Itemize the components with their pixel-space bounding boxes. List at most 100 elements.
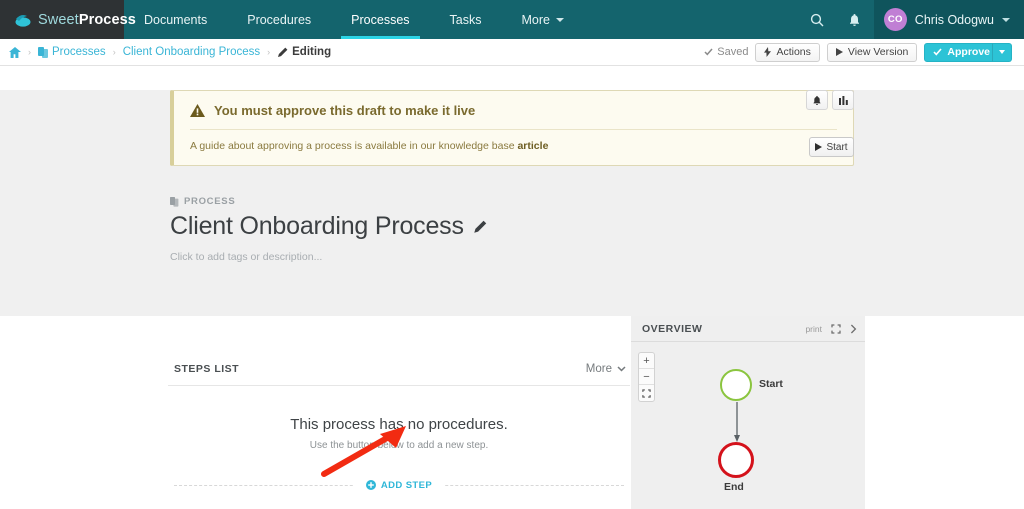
view-version-label: View Version (847, 46, 909, 58)
steps-more-label: More (585, 363, 612, 375)
warning-triangle-icon (190, 104, 205, 117)
top-navigation-bar: SweetProcess Documents Procedures Proces… (0, 0, 1024, 39)
nav-item-tasks[interactable]: Tasks (430, 0, 502, 39)
hero-actions: Start (806, 90, 854, 157)
chevron-right-icon[interactable] (850, 324, 857, 334)
user-menu[interactable]: CO Chris Odogwu (873, 0, 1024, 39)
steps-more-menu[interactable]: More (586, 363, 626, 375)
page-title: Client Onboarding Process (170, 212, 854, 241)
overview-print-button[interactable]: print (805, 324, 822, 334)
process-hero-section: You must approve this draft to make it l… (0, 90, 1024, 316)
nav-label: Processes (351, 12, 410, 27)
check-icon (933, 48, 943, 56)
breadcrumb: › Processes › Client Onboarding Process … (9, 46, 331, 58)
overview-panel: OVERVIEW print + − Start End (631, 316, 865, 509)
pencil-icon (278, 47, 288, 57)
bolt-icon (764, 47, 772, 57)
alert-body-link[interactable]: article (517, 140, 548, 152)
check-icon (704, 48, 713, 56)
chevron-down-icon (555, 17, 564, 22)
document-stack-icon (170, 196, 179, 207)
process-kicker: PROCESS (170, 196, 854, 207)
breadcrumb-home[interactable] (9, 46, 21, 58)
actions-label: Actions (776, 46, 811, 58)
hero-content: You must approve this draft to make it l… (170, 90, 854, 263)
logo-wordmark: SweetProcess (38, 12, 136, 28)
expand-icon[interactable] (831, 323, 841, 334)
chevron-down-icon (617, 366, 626, 372)
main-content: STEPS LIST More This process has no proc… (0, 316, 1024, 509)
sort-button[interactable] (832, 90, 854, 110)
add-step-label: ADD STEP (380, 479, 433, 491)
steps-list-header: STEPS LIST More (168, 363, 630, 386)
alert-title-row: You must approve this draft to make it l… (190, 103, 837, 130)
add-step-row: ADD STEP (168, 478, 630, 492)
notifications-button[interactable] (806, 90, 828, 110)
start-process-button[interactable]: Start (809, 137, 854, 157)
hero-icon-buttons (806, 90, 854, 110)
breadcrumb-actions: Saved Actions View Version Approve (704, 42, 1012, 62)
nav-label: Procedures (247, 12, 312, 27)
logo-word-sweet: Sweet (38, 11, 79, 28)
content-row: STEPS LIST More This process has no proc… (0, 316, 1024, 509)
breadcrumb-item-editing: Editing (277, 46, 331, 58)
home-icon (9, 46, 21, 58)
play-icon (835, 48, 843, 56)
status-badge-saved: Saved (704, 46, 748, 58)
process-diagram: Start End (631, 342, 865, 509)
sort-icon (838, 95, 848, 105)
breadcrumb-separator: › (28, 47, 31, 57)
chevron-down-icon (1002, 17, 1010, 22)
nav-right-cluster: CO Chris Odogwu (798, 0, 1024, 39)
plus-circle-icon (365, 480, 376, 490)
view-version-button[interactable]: View Version (826, 42, 918, 62)
processes-icon (38, 46, 48, 58)
nav-item-processes[interactable]: Processes (331, 0, 429, 39)
approve-button-group: Approve (924, 42, 1012, 62)
approve-dropdown-toggle[interactable] (992, 42, 1012, 62)
saved-label: Saved (717, 46, 749, 58)
alert-title: You must approve this draft to make it l… (214, 103, 476, 118)
bell-icon[interactable] (836, 0, 874, 39)
pencil-icon[interactable] (473, 220, 487, 234)
kicker-label: PROCESS (184, 196, 236, 207)
alert-body-text: A guide about approving a process is ava… (190, 140, 518, 152)
avatar: CO (883, 8, 907, 31)
breadcrumb-separator: › (112, 47, 116, 57)
diagram-node-start-label: Start (759, 378, 783, 390)
overview-tools: print (805, 324, 857, 334)
nav-label: Tasks (449, 12, 482, 27)
chevron-down-icon (999, 50, 1005, 54)
diagram-node-end[interactable] (718, 442, 754, 478)
process-description-placeholder[interactable]: Click to add tags or description... (170, 251, 854, 263)
nav-item-procedures[interactable]: Procedures (227, 0, 331, 39)
search-icon[interactable] (798, 0, 836, 39)
nav-item-documents[interactable]: Documents (124, 0, 227, 39)
breadcrumb-separator: › (267, 47, 271, 57)
overview-header: OVERVIEW print (631, 316, 865, 342)
app-logo[interactable]: SweetProcess (0, 0, 136, 39)
nav-item-more[interactable]: More (501, 0, 583, 39)
start-label: Start (826, 141, 848, 153)
bell-icon (813, 95, 821, 105)
diagram-node-end-label: End (724, 481, 744, 493)
steps-list-title: STEPS LIST (174, 363, 240, 375)
approve-button[interactable]: Approve (924, 42, 999, 62)
sweetprocess-logo-icon (14, 13, 32, 27)
breadcrumb-item-processes[interactable]: Processes (38, 46, 106, 58)
breadcrumb-bar: › Processes › Client Onboarding Process … (0, 39, 1024, 66)
main-nav-items: Documents Procedures Processes Tasks Mor… (124, 0, 584, 39)
breadcrumb-label: Processes (52, 46, 106, 58)
process-title-text: Client Onboarding Process (170, 212, 464, 240)
add-step-button[interactable]: ADD STEP (353, 479, 445, 491)
diagram-node-start[interactable] (720, 369, 752, 401)
nav-label: Documents (144, 12, 208, 27)
breadcrumb-item-process-name[interactable]: Client Onboarding Process (123, 46, 260, 58)
empty-state-subtitle: Use the button below to add a new step. (309, 440, 489, 451)
approve-label: Approve (947, 46, 990, 58)
breadcrumb-label: Editing (292, 46, 332, 58)
alert-body: A guide about approving a process is ava… (190, 130, 837, 152)
overview-title: OVERVIEW (642, 322, 703, 335)
arrow-down-icon (734, 402, 740, 442)
actions-button[interactable]: Actions (755, 42, 820, 62)
